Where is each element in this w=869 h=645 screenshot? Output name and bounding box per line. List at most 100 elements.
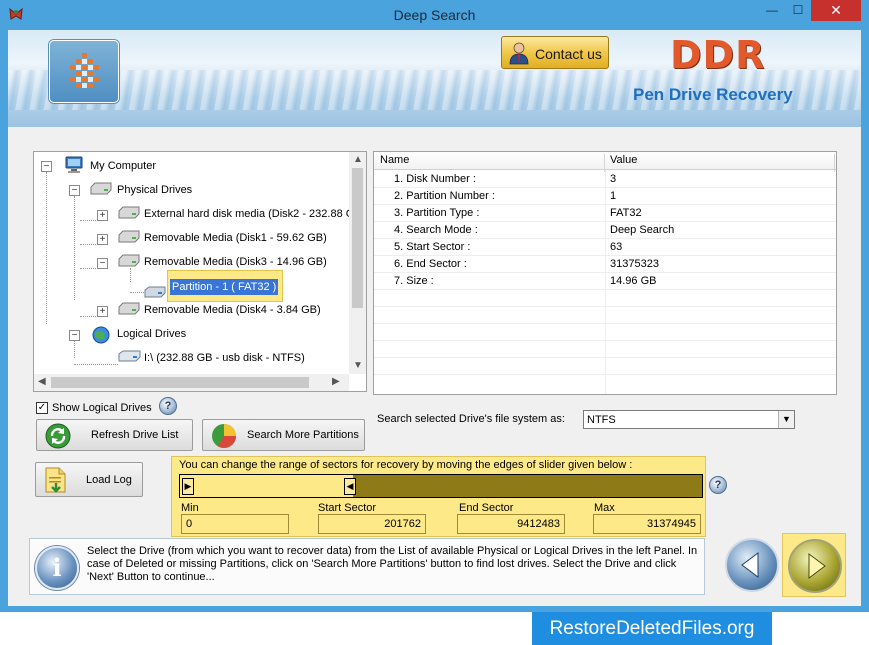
drive-tree-panel[interactable]: − My Computer − Physical Drives + Extern… (33, 151, 367, 392)
start-sector-label: Start Sector (318, 502, 377, 514)
start-sector-value[interactable]: 201762 (318, 514, 426, 534)
contact-us-button[interactable]: Contact us (501, 36, 609, 69)
column-header-value[interactable]: Value (610, 154, 637, 166)
tree-connector (80, 268, 96, 269)
next-button[interactable] (782, 533, 846, 597)
table-row (374, 358, 836, 375)
table-row (374, 307, 836, 324)
column-separator[interactable] (834, 154, 835, 172)
collapse-toggle[interactable]: − (97, 258, 108, 269)
table-row[interactable]: 4. Search Mode : Deep Search (374, 222, 836, 239)
logical-drives-icon (92, 326, 110, 344)
table-row[interactable]: 6. End Sector : 31375323 (374, 256, 836, 273)
pie-chart-icon (212, 424, 236, 449)
computer-icon (65, 156, 83, 173)
maximize-button[interactable]: ☐ (785, 0, 811, 21)
scroll-thumb[interactable] (51, 377, 309, 388)
property-name: 2. Partition Number : (394, 190, 495, 202)
scroll-thumb[interactable] (352, 168, 363, 308)
table-row[interactable]: 1. Disk Number : 3 (374, 171, 836, 188)
property-value: 3 (610, 173, 617, 185)
range-instruction: You can change the range of sectors for … (179, 459, 633, 471)
slider-end-handle[interactable]: ◀ (344, 478, 356, 495)
property-name: 4. Search Mode : (394, 224, 478, 236)
tree-node-logical-drive[interactable]: I:\ (232.88 GB - usb disk - NTFS) (144, 348, 305, 368)
tree-node-drive[interactable]: Removable Media (Disk1 - 59.62 GB) (144, 228, 327, 248)
partition-icon (144, 286, 166, 298)
refresh-icon (45, 423, 71, 449)
tree-node-drive[interactable]: Removable Media (Disk4 - 3.84 GB) (144, 300, 321, 320)
table-row (374, 341, 836, 358)
table-row[interactable]: 7. Size : 14.96 GB (374, 273, 836, 290)
close-button[interactable]: ✕ (811, 0, 861, 21)
property-value: FAT32 (610, 207, 642, 219)
load-log-button[interactable]: Load Log (35, 462, 143, 497)
min-label: Min (181, 502, 199, 514)
scroll-right-icon[interactable]: ▶ (332, 376, 340, 387)
property-name: 6. End Sector : (394, 258, 467, 270)
table-row[interactable]: 3. Partition Type : FAT32 (374, 205, 836, 222)
property-value: Deep Search (610, 224, 675, 236)
scroll-left-icon[interactable]: ◀ (38, 376, 46, 387)
help-icon[interactable]: ? (159, 397, 177, 415)
property-name: 3. Partition Type : (394, 207, 480, 219)
refresh-drive-list-label: Refresh Drive List (91, 429, 179, 441)
tree-horizontal-scrollbar[interactable]: ◀ ▶ (34, 374, 349, 391)
end-sector-label: End Sector (459, 502, 514, 514)
tree-node-logical-drives[interactable]: Logical Drives (117, 324, 186, 344)
minimize-button[interactable]: — (759, 0, 785, 21)
expand-toggle[interactable]: + (97, 210, 108, 221)
scroll-up-icon[interactable]: ▲ (353, 154, 363, 165)
end-sector-value[interactable]: 9412483 (457, 514, 565, 534)
search-more-partitions-button[interactable]: Search More Partitions (202, 419, 365, 451)
property-value: 14.96 GB (610, 275, 657, 287)
scroll-down-icon[interactable]: ▼ (353, 360, 363, 371)
info-text: Select the Drive (from which you want to… (87, 545, 698, 583)
property-name: 5. Start Sector : (394, 241, 471, 253)
tree-node-my-computer[interactable]: My Computer (90, 156, 156, 176)
slider-start-handle[interactable]: ▶ (182, 478, 194, 495)
table-row (374, 324, 836, 341)
tree-node-drive[interactable]: External hard disk media (Disk2 - 232.88… (144, 204, 365, 224)
table-row (374, 290, 836, 307)
property-value: 31375323 (610, 258, 659, 270)
tree-vertical-scrollbar[interactable]: ▲ ▼ (349, 152, 366, 374)
collapse-toggle[interactable]: − (69, 185, 80, 196)
slider-selected-range (180, 475, 353, 497)
brand-logo-text: DDR (670, 33, 766, 77)
max-value: 31374945 (593, 514, 701, 534)
help-icon[interactable]: ? (709, 476, 727, 494)
refresh-drive-list-button[interactable]: Refresh Drive List (36, 419, 193, 451)
expand-toggle[interactable]: + (97, 306, 108, 317)
property-name: 7. Size : (394, 275, 434, 287)
property-value: 63 (610, 241, 623, 253)
back-button[interactable] (720, 533, 784, 597)
table-row[interactable]: 2. Partition Number : 1 (374, 188, 836, 205)
tree-node-drive[interactable]: Removable Media (Disk3 - 14.96 GB) (144, 252, 327, 272)
collapse-toggle[interactable]: − (41, 161, 52, 172)
property-value: 1 (610, 190, 617, 202)
title-bar[interactable]: Deep Search — ☐ ✕ (0, 0, 869, 30)
chevron-down-icon[interactable]: ▼ (778, 411, 794, 428)
expand-toggle[interactable]: + (97, 234, 108, 245)
hard-drive-icon (118, 302, 140, 315)
show-logical-drives-checkbox[interactable]: ✓ (36, 402, 48, 414)
property-name: 1. Disk Number : (394, 173, 476, 185)
info-panel: i Select the Drive (from which you want … (29, 538, 705, 595)
file-system-select[interactable]: NTFS ▼ (583, 410, 795, 429)
product-name: Pen Drive Recovery (633, 85, 793, 104)
collapse-toggle[interactable]: − (69, 330, 80, 341)
load-log-label: Load Log (86, 474, 132, 486)
usb-drive-icon (118, 350, 141, 362)
column-header-name[interactable]: Name (380, 154, 409, 166)
back-arrow-icon (725, 538, 779, 592)
tree-node-partition-selected[interactable]: Partition - 1 ( FAT32 ) (167, 270, 283, 302)
sector-range-slider[interactable]: ▶ ◀ (179, 474, 703, 498)
drive-properties-grid: Name Value 1. Disk Number : 3 2. Partiti… (373, 151, 837, 395)
table-row[interactable]: 5. Start Sector : 63 (374, 239, 836, 256)
next-arrow-icon (788, 539, 842, 593)
app-logo (49, 40, 119, 103)
tree-node-physical-drives[interactable]: Physical Drives (117, 180, 192, 200)
max-label: Max (594, 502, 615, 514)
info-icon: i (35, 546, 79, 590)
